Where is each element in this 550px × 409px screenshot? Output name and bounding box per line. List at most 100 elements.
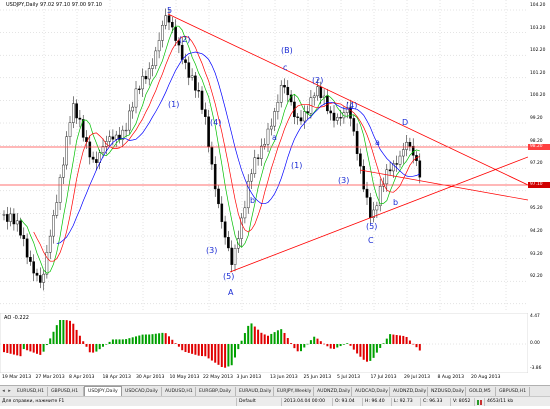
candle-body bbox=[411, 146, 415, 156]
wave-label: D bbox=[402, 118, 409, 127]
ao-bar bbox=[141, 334, 144, 344]
time-axis: 19 Mar 2013 27 Mar 2013 8 Apr 2013 18 Apr 2… bbox=[0, 374, 528, 383]
date-tick: 13 Jun 2013 bbox=[270, 375, 298, 380]
candle-body bbox=[164, 15, 168, 26]
candle-body bbox=[283, 85, 286, 88]
chart-tab[interactable]: EURGBP,Daily bbox=[196, 387, 236, 396]
candle-body bbox=[95, 159, 98, 163]
ao-bar bbox=[148, 334, 151, 344]
status-profile[interactable]: Default bbox=[236, 398, 256, 406]
status-bar: Для справки, нажмите F1 Default 2013.04.… bbox=[0, 396, 550, 406]
ao-bar bbox=[201, 344, 203, 357]
candle-body bbox=[48, 235, 52, 253]
ao-bar bbox=[290, 343, 293, 344]
wave-label: (1) bbox=[291, 161, 303, 170]
chart-tab[interactable]: AUDUSD,H1 bbox=[162, 387, 196, 396]
ao-bar bbox=[399, 335, 401, 344]
chart-tab[interactable]: GOLD,M5 bbox=[466, 387, 496, 396]
chart-tab[interactable]: EURAUD,Daily bbox=[236, 387, 274, 396]
ao-bar bbox=[98, 344, 101, 350]
ao-bar bbox=[45, 344, 48, 346]
chart-tab[interactable]: GBPUSD,H1 bbox=[48, 387, 84, 396]
ao-bar bbox=[22, 344, 25, 350]
candle-body bbox=[141, 76, 144, 90]
ao-bar bbox=[267, 335, 269, 344]
ao-bar bbox=[293, 344, 296, 349]
chart-tab[interactable]: NZDUSD,Daily bbox=[428, 387, 466, 396]
ao-tick: 0.00 bbox=[530, 341, 540, 346]
ao-bar bbox=[184, 344, 187, 352]
ao-bar bbox=[240, 340, 243, 344]
candle-body bbox=[75, 103, 78, 119]
candle-body bbox=[147, 68, 151, 80]
chart-tab[interactable]: USDJPY,Daily bbox=[84, 386, 122, 396]
ao-bar bbox=[356, 344, 359, 354]
ao-scale: 4.47 0.00 -3.86 bbox=[528, 313, 550, 373]
ao-bar bbox=[402, 335, 405, 344]
chart-tab[interactable]: EURUSD,H1 bbox=[14, 387, 48, 396]
price-chart[interactable] bbox=[0, 0, 528, 312]
candle-body bbox=[319, 86, 323, 98]
ao-bar bbox=[78, 335, 81, 344]
date-tick: 18 Apr 2013 bbox=[102, 375, 131, 380]
candle-body bbox=[227, 236, 230, 249]
ao-bar bbox=[115, 339, 118, 344]
ao-bar bbox=[415, 344, 418, 348]
candle-body bbox=[263, 144, 267, 147]
candle-body bbox=[359, 153, 362, 167]
ao-bar bbox=[26, 344, 29, 351]
ao-bar bbox=[283, 332, 286, 344]
chart-tab[interactable]: AUDNZD,Daily bbox=[390, 387, 428, 396]
chart-tab[interactable]: GBPUSD,H1 bbox=[496, 387, 530, 396]
ao-bar bbox=[220, 344, 223, 367]
ao-bar bbox=[286, 338, 289, 344]
chart-window[interactable]: USDJPY,Daily 97.02 97.10 97.00 97.10 104… bbox=[0, 0, 550, 406]
ao-bar bbox=[329, 344, 332, 349]
candle-body bbox=[332, 112, 336, 121]
date-tick: 20 Aug 2013 bbox=[471, 375, 501, 380]
chart-tabs: ◂ ▸ EURUSD,H1 GBPUSD,H1 USDJPY,Daily USDCAD… bbox=[0, 385, 550, 396]
candle-body bbox=[108, 136, 111, 142]
wave-label: (2) bbox=[312, 76, 324, 85]
candle-body bbox=[352, 118, 356, 132]
candle-body bbox=[230, 247, 234, 265]
price-scale[interactable]: 104.20 103.20 102.20 101.20 100.20 99.20 98.20… bbox=[528, 0, 550, 312]
price-tick: 93.20 bbox=[530, 251, 543, 257]
wave-label: (4) bbox=[346, 101, 358, 110]
tab-scroll-right-icon[interactable]: ▸ bbox=[6, 387, 13, 395]
candle-body bbox=[270, 125, 273, 130]
ao-bar bbox=[168, 336, 170, 344]
chart-tab[interactable]: USDCAD,Daily bbox=[122, 387, 162, 396]
ao-tick: 4.47 bbox=[530, 314, 540, 319]
candle-body bbox=[134, 88, 138, 108]
chart-tab[interactable]: AUDNZD,Daily bbox=[314, 387, 352, 396]
wave-label: (3) bbox=[338, 176, 350, 185]
ao-bar bbox=[125, 339, 128, 344]
ao-bar bbox=[303, 344, 306, 348]
candle-body bbox=[91, 156, 95, 160]
ao-bar bbox=[85, 344, 88, 347]
ao-bar bbox=[16, 344, 19, 356]
ao-bar bbox=[42, 344, 45, 352]
ao-bar bbox=[151, 334, 154, 344]
price-tick: 98.20 bbox=[530, 138, 543, 144]
ao-bar bbox=[342, 344, 345, 345]
chart-tab[interactable]: EURJPY,Weekly bbox=[274, 387, 314, 396]
chart-tab[interactable]: AUDCAD,Daily bbox=[352, 387, 390, 396]
ao-bar bbox=[52, 331, 55, 344]
candle-body bbox=[190, 75, 194, 78]
ao-bar bbox=[280, 329, 283, 344]
candle-body bbox=[253, 157, 257, 175]
ao-bar bbox=[405, 336, 408, 344]
ao-bar bbox=[392, 334, 395, 344]
status-volume: V: 8052 bbox=[450, 398, 470, 406]
ao-bar bbox=[49, 338, 52, 344]
ao-bar bbox=[352, 344, 355, 350]
ao-bar bbox=[9, 344, 12, 354]
candle-body bbox=[22, 235, 26, 240]
candle-body bbox=[398, 155, 402, 165]
wave-label: a bbox=[375, 138, 380, 147]
candle-body bbox=[144, 76, 148, 80]
candle-body bbox=[9, 213, 12, 222]
ao-indicator[interactable] bbox=[0, 313, 528, 373]
